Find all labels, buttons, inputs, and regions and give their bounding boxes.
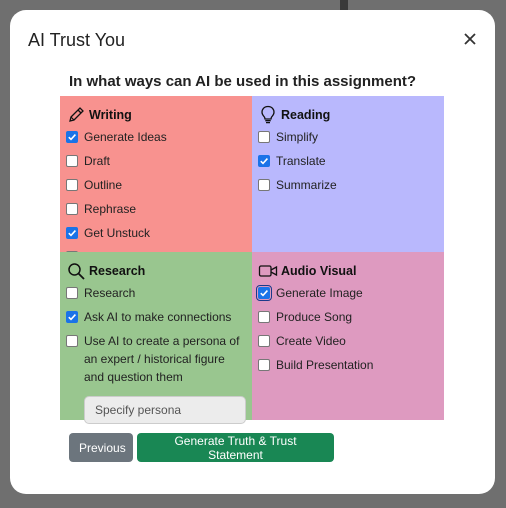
option-label: Ask AI to make connections [84, 310, 232, 324]
reading-section: Reading Simplify Translate Summarize [252, 96, 444, 252]
checkbox[interactable] [66, 335, 78, 347]
option-label: Summarize [276, 178, 337, 192]
option-label: Draft [84, 154, 111, 168]
checkbox[interactable] [258, 311, 270, 323]
option-row[interactable]: Research [66, 284, 246, 302]
option-row[interactable]: Draft [66, 152, 246, 170]
checkbox[interactable] [258, 155, 270, 167]
option-label: Generate Ideas [84, 130, 167, 144]
option-label: Produce Song [276, 310, 353, 324]
modal-title: AI Trust You [28, 30, 126, 50]
option-label: Rephrase [84, 202, 137, 216]
option-row[interactable]: Translate [258, 152, 438, 170]
background-divider [340, 0, 348, 10]
option-row[interactable]: Rephrase [66, 200, 246, 218]
ai-usage-grid: Writing Generate Ideas Draft Outline Rephra… [60, 96, 444, 424]
option-label: Outline [84, 178, 123, 192]
pencil-icon [66, 105, 86, 125]
option-label: Simplify [276, 130, 319, 144]
close-icon [464, 33, 476, 45]
close-button[interactable] [459, 28, 481, 50]
option-label: Get Unstuck [84, 226, 151, 240]
audio-visual-title: Audio Visual [281, 264, 357, 278]
writing-section: Writing Generate Ideas Draft Outline Rephra… [60, 96, 252, 264]
option-row[interactable]: Generate Image [256, 284, 438, 302]
option-row[interactable]: Ask AI to make connections [66, 308, 246, 326]
research-section: Research Research Ask AI to make connecti… [60, 252, 252, 424]
previous-button[interactable]: Previous [69, 433, 133, 462]
ai-trust-modal: AI Trust You In what ways can AI be used… [10, 10, 495, 494]
option-label: Research [84, 286, 136, 300]
option-row[interactable]: Generate Ideas [66, 128, 246, 146]
checkbox[interactable] [66, 203, 78, 215]
checkbox[interactable] [258, 131, 270, 143]
audio-visual-section: Audio Visual Generate Image Produce Song C… [252, 252, 444, 420]
option-row[interactable]: Get Unstuck [66, 224, 246, 242]
option-row[interactable]: Build Presentation [258, 356, 438, 374]
option-label: Translate [276, 154, 326, 168]
checkbox[interactable] [66, 179, 78, 191]
option-label: Create Video [276, 334, 346, 348]
checkbox[interactable] [66, 311, 78, 323]
persona-input[interactable] [84, 396, 246, 424]
option-row[interactable]: Simplify [258, 128, 438, 146]
video-camera-icon [258, 261, 278, 281]
checkbox[interactable] [66, 227, 78, 239]
writing-title: Writing [89, 108, 132, 122]
question-heading: In what ways can AI be used in this assi… [69, 73, 417, 90]
option-row[interactable]: Outline [66, 176, 246, 194]
generate-statement-button[interactable]: Generate Truth & Trust Statement [137, 433, 334, 462]
option-row[interactable]: Summarize [258, 176, 438, 194]
checkbox[interactable] [66, 155, 78, 167]
checkbox[interactable] [258, 179, 270, 191]
option-label: Build Presentation [276, 358, 374, 372]
checkbox[interactable] [258, 359, 270, 371]
checkbox[interactable] [66, 131, 78, 143]
lightbulb-icon [258, 105, 278, 125]
research-title: Research [89, 264, 146, 278]
checkbox[interactable] [256, 285, 272, 301]
option-row[interactable]: Create Video [258, 332, 438, 350]
option-label: Use AI to create a persona of an expert … [84, 334, 240, 384]
checkbox[interactable] [66, 287, 78, 299]
option-row[interactable]: Produce Song [258, 308, 438, 326]
magnifier-icon [66, 261, 86, 281]
checkbox[interactable] [258, 335, 270, 347]
option-row[interactable]: Use AI to create a persona of an expert … [66, 332, 246, 386]
option-label: Generate Image [276, 286, 363, 300]
reading-title: Reading [281, 108, 331, 122]
